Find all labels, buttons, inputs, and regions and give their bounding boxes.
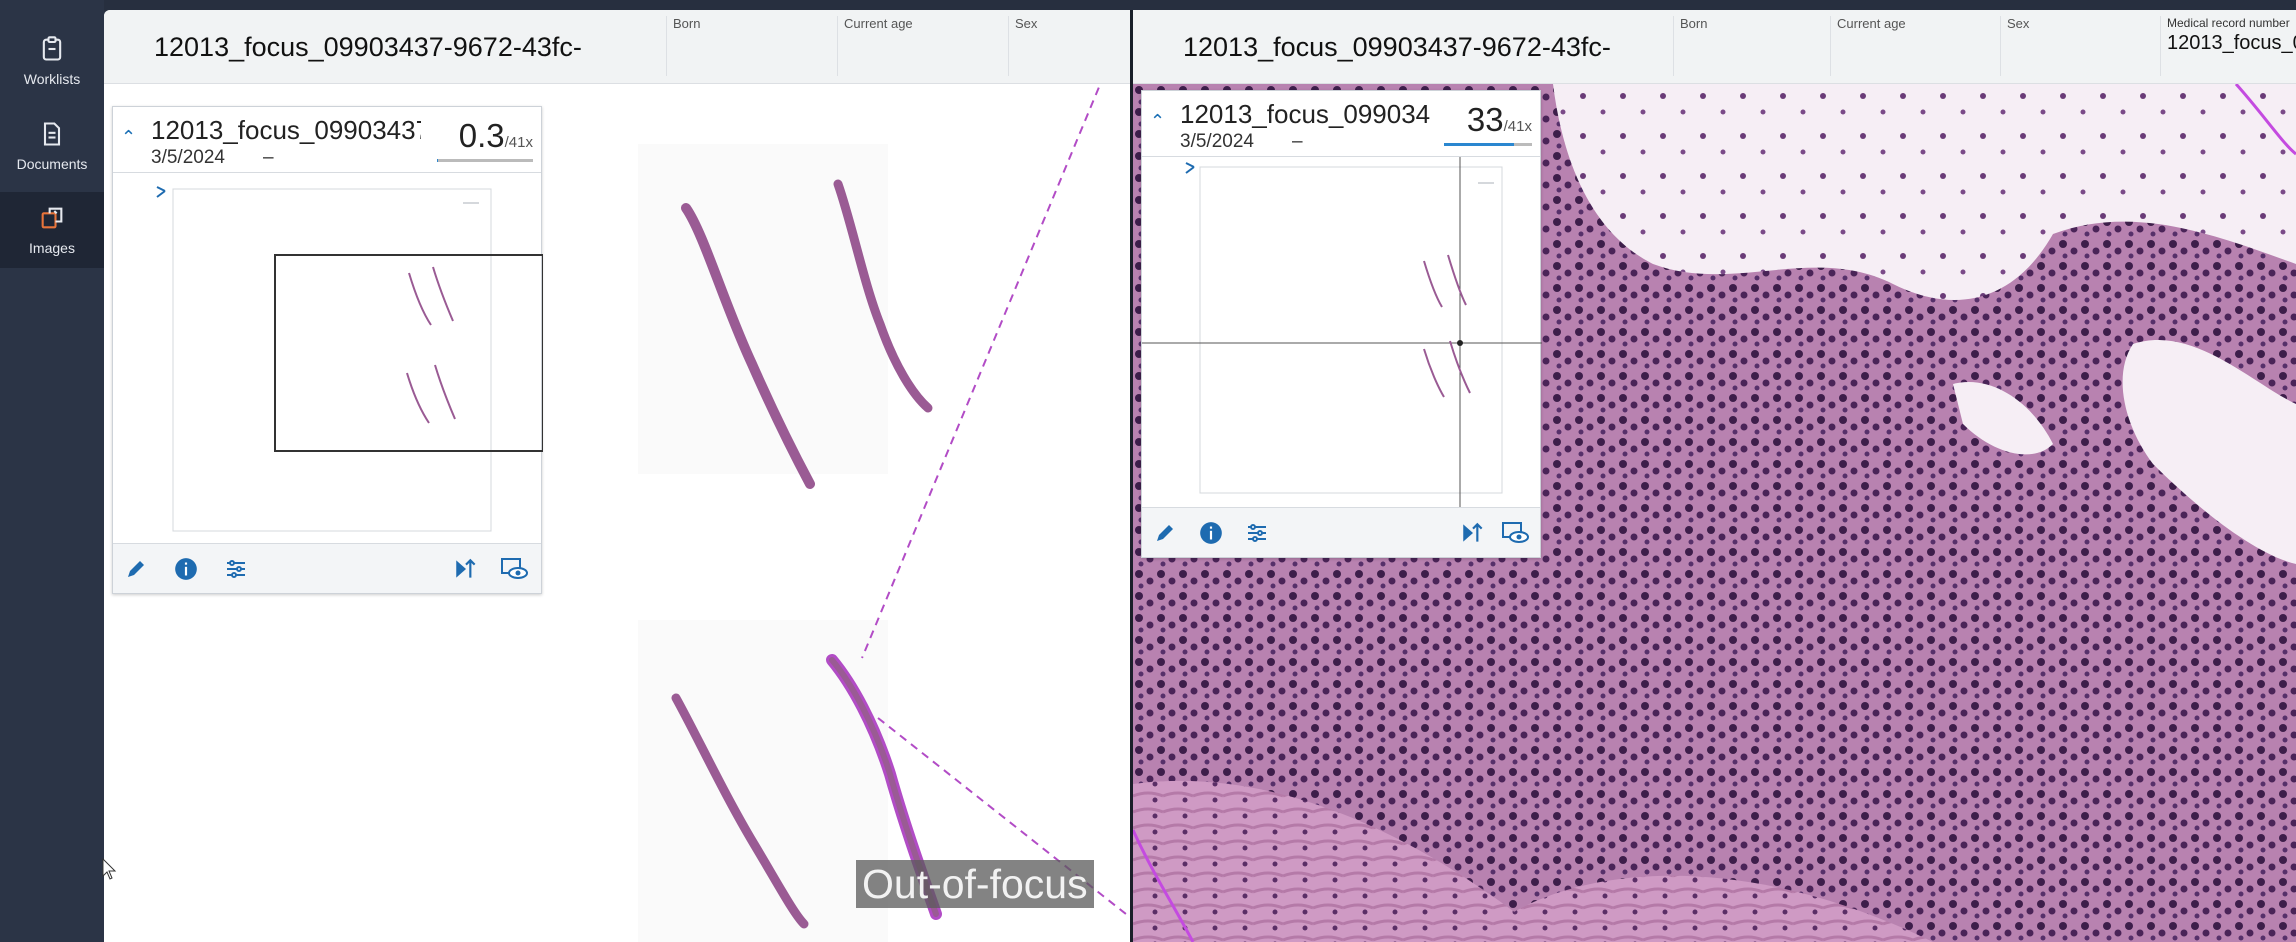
zoom-fill [437,159,438,162]
slide-dash: – [1292,131,1303,152]
minimap-drawing [1142,157,1542,509]
card-header: ⌃ 12013_focus_09903437 3/5/2024 – 0.3/41… [113,107,541,173]
out-of-focus-caption: Out-of-focus [856,860,1094,908]
slide-date: 3/5/2024 [1180,131,1254,152]
chevron-up-icon[interactable]: ⌃ [1150,111,1168,131]
header-col-label: Medical record number [2167,16,2290,30]
header-col-born: Born [666,16,836,76]
visibility-icon[interactable] [1500,518,1530,548]
zoom-track[interactable] [437,159,533,162]
annotate-icon[interactable] [1150,518,1180,548]
minimap-drawing [156,186,544,532]
card-toolbar [113,543,541,593]
header-col-label: Sex [1015,16,1038,31]
header-col-age: Current age [837,16,1007,76]
case-title: 12013_focus_09903437-9672-43fc- [1183,32,1611,62]
rotate-icon[interactable] [1185,162,1195,174]
card-toolbar [1142,507,1540,557]
header-col-age: Current age [1830,16,2000,76]
left-viewer-pane[interactable]: 12013_focus_09903437-9672-43fc- Born Cur… [104,10,1131,942]
info-icon[interactable] [171,554,201,584]
case-header: 12013_focus_09903437-9672-43fc- Born Cur… [1133,10,2296,84]
minimap-viewport-rect[interactable] [274,254,544,452]
case-header: 12013_focus_09903437-9672-43fc- Born Cur… [104,10,1131,84]
slide-overview-card: ⌃ 12013_focus_09903437 3/5/2024 – 33/41x [1141,90,1542,558]
annotate-icon[interactable] [121,554,151,584]
visibility-icon[interactable] [499,554,529,584]
slide-minimap[interactable] [113,173,544,543]
header-col-label: Current age [1837,16,1906,31]
nav-item-label: Images [29,240,75,256]
header-col-value: 12013_focus_0 [2167,32,2296,54]
nav-item-images[interactable]: Images [0,192,104,268]
clipboard-icon [42,36,62,61]
nav-item-label: Documents [16,156,88,172]
images-icon [41,207,63,229]
flip-icon[interactable] [451,554,481,584]
nav-item-worklists[interactable]: Worklists [0,22,104,100]
case-title: 12013_focus_09903437-9672-43fc- [154,32,582,62]
minimap-slide-outline [172,188,492,532]
slide-minimap[interactable] [1142,157,1542,509]
nav-item-label: Worklists [23,71,81,87]
slide-viewport[interactable]: ⌃ 12013_focus_09903437 3/5/2024 – 33/41x [1133,84,2296,942]
flip-icon[interactable] [1458,518,1488,548]
slide-viewport[interactable]: ⌃ 12013_focus_09903437 3/5/2024 – 0.3/41… [104,84,1131,942]
zoom-value: 0.3 [458,117,505,154]
info-icon[interactable] [1196,518,1226,548]
zoom-fill [1444,143,1515,146]
header-col-label: Current age [844,16,913,31]
adjust-sliders-icon[interactable] [221,554,251,584]
header-col-label: Born [673,16,701,31]
chevron-up-icon[interactable]: ⌃ [121,127,139,147]
left-nav: Worklists Documents Images [0,0,104,942]
slide-name: 12013_focus_09903437 [151,115,421,145]
slide-name: 12013_focus_09903437 [1180,99,1430,129]
right-viewer-pane[interactable]: ⌃ 12013_focus_09903437 3/5/2024 – 33/41x [1133,10,2296,942]
mouse-cursor-icon [102,858,117,880]
header-col-sex: Sex [1008,16,1131,76]
zoom-level[interactable]: 33/41x [1467,101,1532,139]
app-window: Worklists Documents Images 12013_focus_0… [0,0,2296,942]
header-col-mrn: Medical record number 12013_focus_0 [2160,16,2296,76]
header-col-label: Sex [2007,16,2030,31]
slide-overview-card: ⌃ 12013_focus_09903437 3/5/2024 – 0.3/41… [112,106,544,594]
zoom-track[interactable] [1444,143,1532,146]
slide-date: 3/5/2024 [151,147,225,168]
adjust-sliders-icon[interactable] [1242,518,1272,548]
nav-item-documents[interactable]: Documents [0,107,104,185]
zoom-max: /41x [504,134,533,151]
slide-dash: – [263,147,274,168]
card-header: ⌃ 12013_focus_09903437 3/5/2024 – 33/41x [1142,91,1540,157]
minimap-slide-outline [1199,166,1503,494]
zoom-level[interactable]: 0.3/41x [459,117,533,155]
zoom-max: /41x [1503,118,1532,135]
header-col-sex: Sex [2000,16,2160,76]
zoom-value: 33 [1466,101,1504,138]
document-icon [43,122,61,146]
rotate-icon[interactable] [156,186,166,198]
